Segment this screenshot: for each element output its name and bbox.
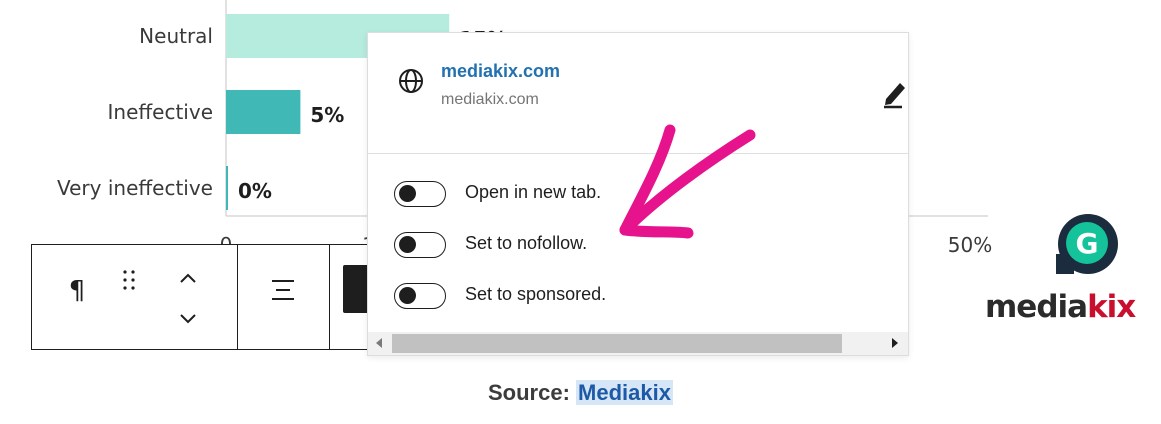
drag-handle-icon[interactable] bbox=[118, 267, 140, 293]
toggle-knob bbox=[399, 185, 416, 202]
mediakix-logo: mediakix bbox=[985, 289, 1136, 325]
paragraph-icon[interactable]: ¶ bbox=[60, 273, 94, 309]
logo-accent: kix bbox=[1087, 289, 1136, 325]
scroll-left-arrow[interactable] bbox=[376, 338, 382, 348]
category-label: Very ineffective bbox=[57, 176, 213, 200]
category-label: Neutral bbox=[139, 24, 213, 48]
globe-icon bbox=[398, 68, 424, 94]
scrollbar-thumb[interactable] bbox=[392, 334, 842, 353]
image-caption: Source: Mediakix bbox=[0, 380, 1161, 406]
toggle-knob bbox=[399, 287, 416, 304]
bar bbox=[226, 166, 228, 210]
value-label: 0% bbox=[238, 179, 272, 203]
link-title[interactable]: mediakix.com bbox=[441, 61, 560, 82]
caption-prefix: Source: bbox=[488, 380, 570, 405]
value-label: 5% bbox=[310, 103, 344, 127]
toggle-switch[interactable] bbox=[394, 283, 446, 309]
toggle-label: Open in new tab. bbox=[465, 182, 602, 202]
grammarly-letter: G bbox=[1066, 222, 1108, 264]
toggle-knob bbox=[399, 236, 416, 253]
scroll-right-arrow[interactable] bbox=[892, 338, 898, 348]
link-url: mediakix.com bbox=[441, 91, 539, 108]
toggle-label: Set to sponsored. bbox=[465, 284, 607, 304]
horizontal-scrollbar[interactable] bbox=[368, 332, 908, 355]
toggle-label: Set to nofollow. bbox=[465, 233, 588, 253]
logo-main: media bbox=[985, 289, 1088, 325]
pencil-icon[interactable] bbox=[882, 77, 910, 109]
annotation-arrow-icon bbox=[619, 124, 756, 239]
toggle-switch[interactable] bbox=[394, 181, 446, 207]
toggle-switch[interactable] bbox=[394, 232, 446, 258]
toggle-sponsored[interactable]: Set to sponsored. bbox=[394, 282, 794, 310]
toolbar-divider bbox=[329, 245, 330, 349]
grammarly-badge[interactable]: G bbox=[1056, 214, 1118, 274]
bar bbox=[226, 90, 301, 134]
align-center-icon[interactable] bbox=[268, 275, 298, 305]
category-label: Ineffective bbox=[108, 100, 214, 124]
caption-source-link[interactable]: Mediakix bbox=[576, 380, 673, 405]
toolbar-divider bbox=[237, 245, 238, 349]
block-toolbar: ¶ bbox=[31, 244, 376, 350]
x-tick-label: 50% bbox=[948, 233, 992, 257]
chevron-up-icon[interactable] bbox=[174, 267, 202, 289]
chevron-down-icon[interactable] bbox=[174, 308, 202, 330]
